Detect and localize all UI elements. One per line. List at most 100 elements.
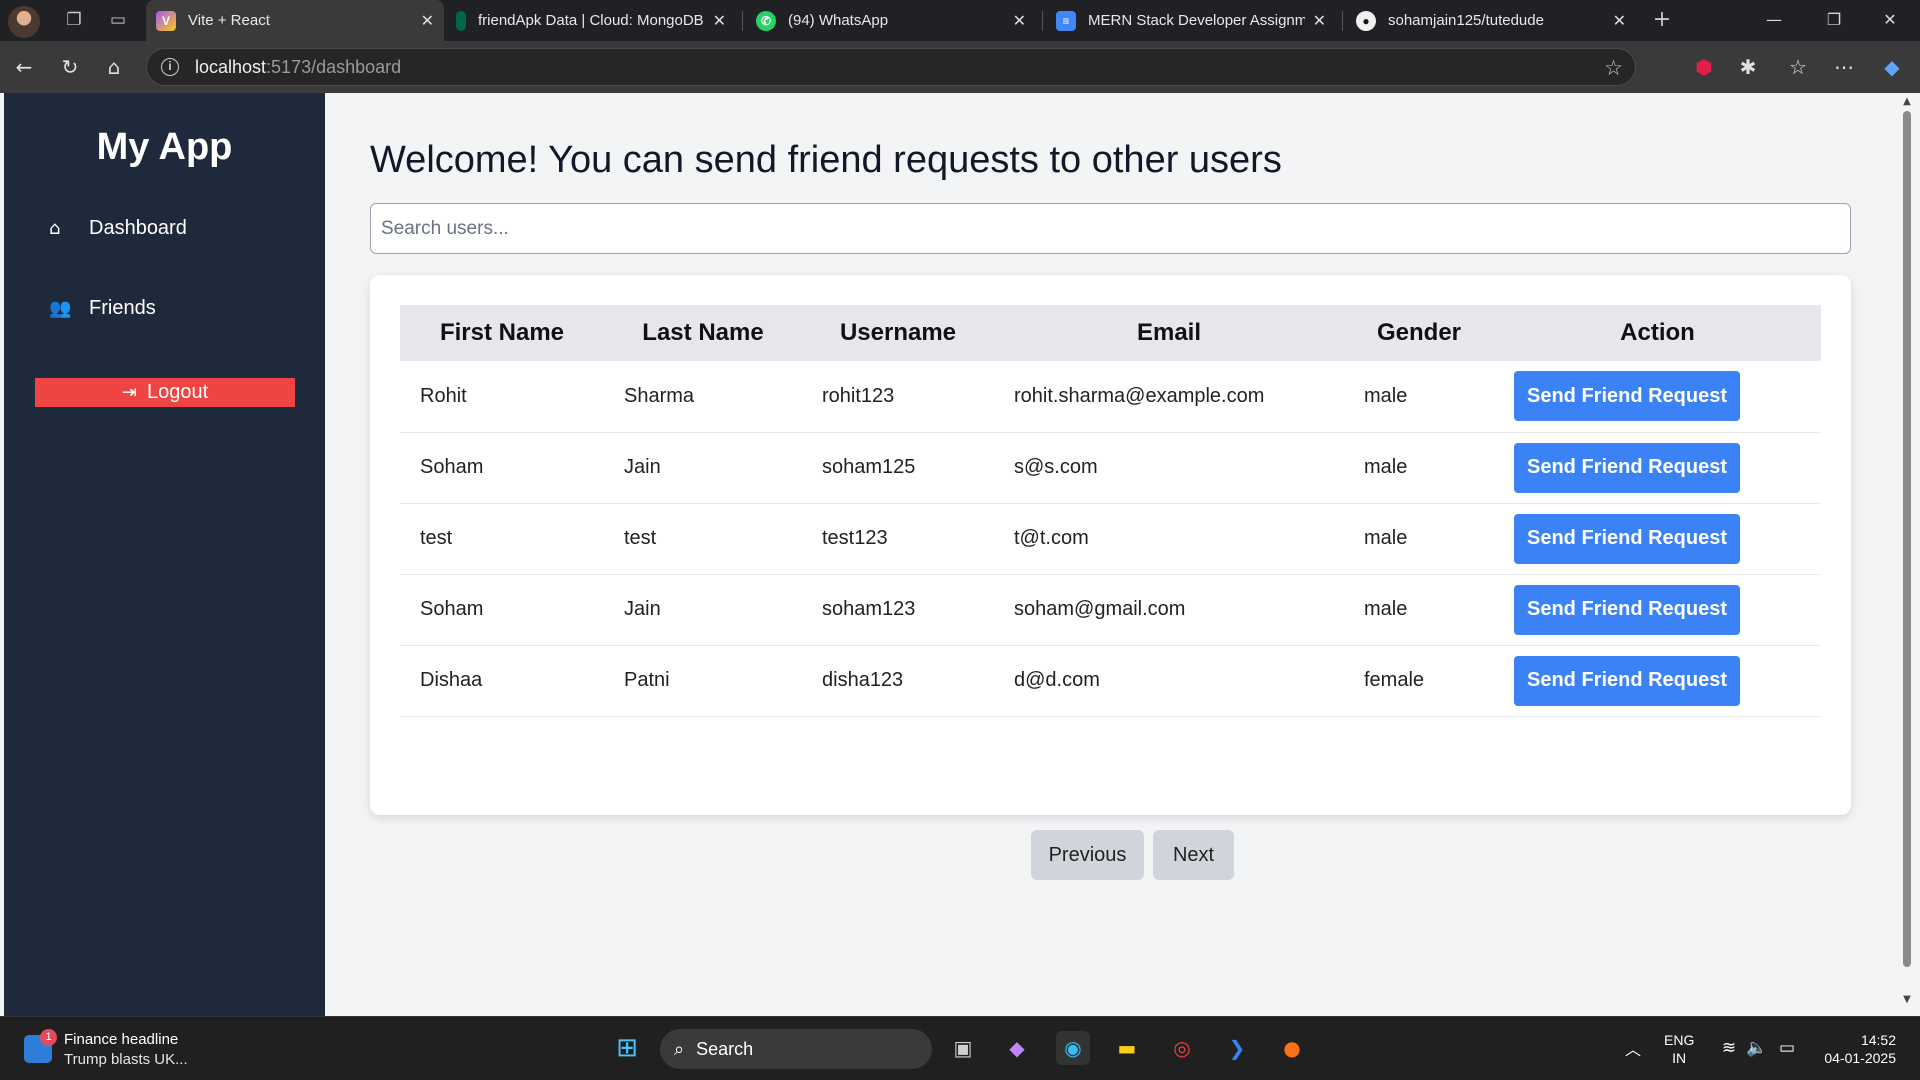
action-cell: Send Friend Request xyxy=(1494,432,1821,503)
back-icon[interactable]: ← xyxy=(10,53,38,81)
action-cell: Send Friend Request xyxy=(1494,645,1821,716)
close-tab-icon[interactable]: ✕ xyxy=(1013,11,1026,30)
clock[interactable]: 14:52 04-01-2025 xyxy=(1816,1031,1896,1067)
task-view-icon[interactable]: ▣ xyxy=(946,1031,980,1065)
tab-title: MERN Stack Developer Assignment xyxy=(1088,12,1305,29)
sidebar-item-label: Friends xyxy=(89,297,156,319)
minimize-icon[interactable]: — xyxy=(1762,8,1786,32)
action-cell: Send Friend Request xyxy=(1494,503,1821,574)
tab-mongodb[interactable]: friendApk Data | Cloud: MongoDB ✕ xyxy=(446,0,736,41)
username-cell: soham125 xyxy=(822,456,916,478)
more-menu-icon[interactable]: ⋯ xyxy=(1830,53,1858,81)
adblock-extension-icon[interactable]: ⬢ xyxy=(1690,53,1718,81)
notification-badge: 1 xyxy=(40,1029,57,1046)
scrollbar-thumb[interactable] xyxy=(1903,111,1911,967)
favorite-star-icon[interactable]: ☆ xyxy=(1604,56,1623,80)
gender-cell: male xyxy=(1364,598,1408,620)
edge-browser-icon[interactable]: ◉ xyxy=(1056,1031,1090,1065)
browser-tab-strip: ❐ ▭ V Vite + React ✕ friendApk Data | Cl… xyxy=(0,0,1920,41)
whatsapp-icon: ✆ xyxy=(756,10,776,31)
scroll-up-icon[interactable]: ▲ xyxy=(1900,95,1914,109)
home-icon[interactable]: ⌂ xyxy=(100,53,128,81)
send-friend-request-button[interactable]: Send Friend Request xyxy=(1514,513,1740,564)
vscode-icon[interactable]: ❯ xyxy=(1220,1031,1254,1065)
last-name-cell: Jain xyxy=(624,598,661,620)
close-tab-icon[interactable]: ✕ xyxy=(421,11,434,30)
language-label: ENG xyxy=(1664,1032,1695,1048)
last-name-cell: Jain xyxy=(624,456,661,478)
volume-icon[interactable]: 🔈 xyxy=(1740,1031,1774,1065)
sidebar-item-dashboard[interactable]: ⌂ Dashboard xyxy=(49,217,187,240)
users-table: First Name Last Name Username Email Gend… xyxy=(400,305,1821,717)
first-name-cell: Dishaa xyxy=(420,669,483,691)
page-scrollbar[interactable]: ▲ ▼ xyxy=(1900,93,1914,1016)
close-tab-icon[interactable]: ✕ xyxy=(1613,11,1626,30)
table-row: Rohit Sharma rohit123 rohit.sharma@examp… xyxy=(400,361,1821,432)
postman-icon[interactable]: ● xyxy=(1275,1031,1309,1065)
email-cell: rohit.sharma@example.com xyxy=(1014,384,1265,407)
extensions-icon[interactable]: ✱ xyxy=(1734,53,1762,81)
previous-button[interactable]: Previous xyxy=(1031,830,1144,880)
tab-vite-react[interactable]: V Vite + React ✕ xyxy=(146,0,444,41)
file-explorer-icon[interactable]: ▬ xyxy=(1110,1031,1144,1065)
workspaces-icon[interactable]: ❐ xyxy=(62,8,86,32)
scroll-down-icon[interactable]: ▼ xyxy=(1900,993,1914,1007)
battery-icon[interactable]: ▭ xyxy=(1770,1031,1804,1065)
send-friend-request-button[interactable]: Send Friend Request xyxy=(1514,442,1740,493)
address-bar[interactable]: i localhost:5173/dashboard ☆ xyxy=(146,48,1636,86)
table-row: Dishaa Patni disha123 d@d.com female Sen… xyxy=(400,645,1821,716)
next-button[interactable]: Next xyxy=(1153,830,1234,880)
column-header: Action xyxy=(1620,319,1695,346)
google-docs-icon: ≡ xyxy=(1056,10,1076,31)
close-tab-icon[interactable]: ✕ xyxy=(713,11,726,30)
reload-icon[interactable]: ↻ xyxy=(56,53,84,81)
windows-taskbar: 1 Finance headline Trump blasts UK... ⊞ … xyxy=(0,1016,1920,1080)
page-viewport: My App ⌂ Dashboard 👥 Friends ⇥ Logout We… xyxy=(0,93,1920,1016)
search-input[interactable] xyxy=(370,203,1851,254)
site-info-icon[interactable]: i xyxy=(161,58,179,76)
logout-button[interactable]: ⇥ Logout xyxy=(35,378,295,407)
email-cell: t@t.com xyxy=(1014,527,1089,549)
send-friend-request-button[interactable]: Send Friend Request xyxy=(1514,371,1740,422)
last-name-cell: Sharma xyxy=(624,384,695,407)
new-tab-icon[interactable]: + xyxy=(1650,8,1674,32)
tab-separator xyxy=(1342,11,1343,31)
copilot-icon[interactable]: ◆ xyxy=(1878,53,1906,81)
action-cell: Send Friend Request xyxy=(1494,361,1821,432)
taskbar-search[interactable]: ⌕ Search xyxy=(660,1029,932,1069)
column-header: Username xyxy=(839,319,957,346)
username-cell: rohit123 xyxy=(822,384,895,407)
news-subtitle: Trump blasts UK... xyxy=(64,1051,188,1068)
email-cell: d@d.com xyxy=(1014,669,1100,691)
main-content: Welcome! You can send friend requests to… xyxy=(325,93,1899,1016)
sidebar: My App ⌂ Dashboard 👥 Friends ⇥ Logout xyxy=(4,93,325,1016)
close-window-icon[interactable]: ✕ xyxy=(1878,8,1902,32)
tab-title: sohamjain125/tutedude xyxy=(1388,12,1544,29)
tab-whatsapp[interactable]: ✆ (94) WhatsApp ✕ xyxy=(746,0,1036,41)
username-cell: disha123 xyxy=(822,669,904,691)
tab-actions-icon[interactable]: ▭ xyxy=(106,8,130,32)
vite-icon: V xyxy=(156,10,176,31)
sidebar-item-friends[interactable]: 👥 Friends xyxy=(49,297,156,320)
language-indicator[interactable]: ENG IN xyxy=(1664,1031,1694,1067)
show-hidden-icons-chevron-icon[interactable]: ︿ xyxy=(1616,1031,1650,1065)
send-friend-request-button[interactable]: Send Friend Request xyxy=(1514,584,1740,635)
gender-cell: female xyxy=(1364,669,1425,691)
tab-google-doc[interactable]: ≡ MERN Stack Developer Assignment ✕ xyxy=(1046,0,1336,41)
first-name-cell: Soham xyxy=(420,598,484,620)
windows-start-icon[interactable]: ⊞ xyxy=(610,1031,644,1065)
profile-avatar[interactable] xyxy=(8,6,40,38)
chrome-icon[interactable]: ◎ xyxy=(1165,1031,1199,1065)
restore-icon[interactable]: ❐ xyxy=(1822,8,1846,32)
tab-github[interactable]: ● sohamjain125/tutedude ✕ xyxy=(1346,0,1636,41)
favorites-icon[interactable]: ☆ xyxy=(1784,53,1812,81)
send-friend-request-button[interactable]: Send Friend Request xyxy=(1514,655,1740,706)
username-cell: soham123 xyxy=(822,598,916,620)
close-tab-icon[interactable]: ✕ xyxy=(1313,11,1326,30)
action-cell: Send Friend Request xyxy=(1494,574,1821,645)
region-label: IN xyxy=(1672,1050,1687,1066)
tab-separator xyxy=(1042,11,1043,31)
table-header-row: First Name Last Name Username Email Gend… xyxy=(400,305,1821,361)
home-icon: ⌂ xyxy=(49,218,61,239)
copilot-app-icon[interactable]: ◆ xyxy=(1000,1031,1034,1065)
